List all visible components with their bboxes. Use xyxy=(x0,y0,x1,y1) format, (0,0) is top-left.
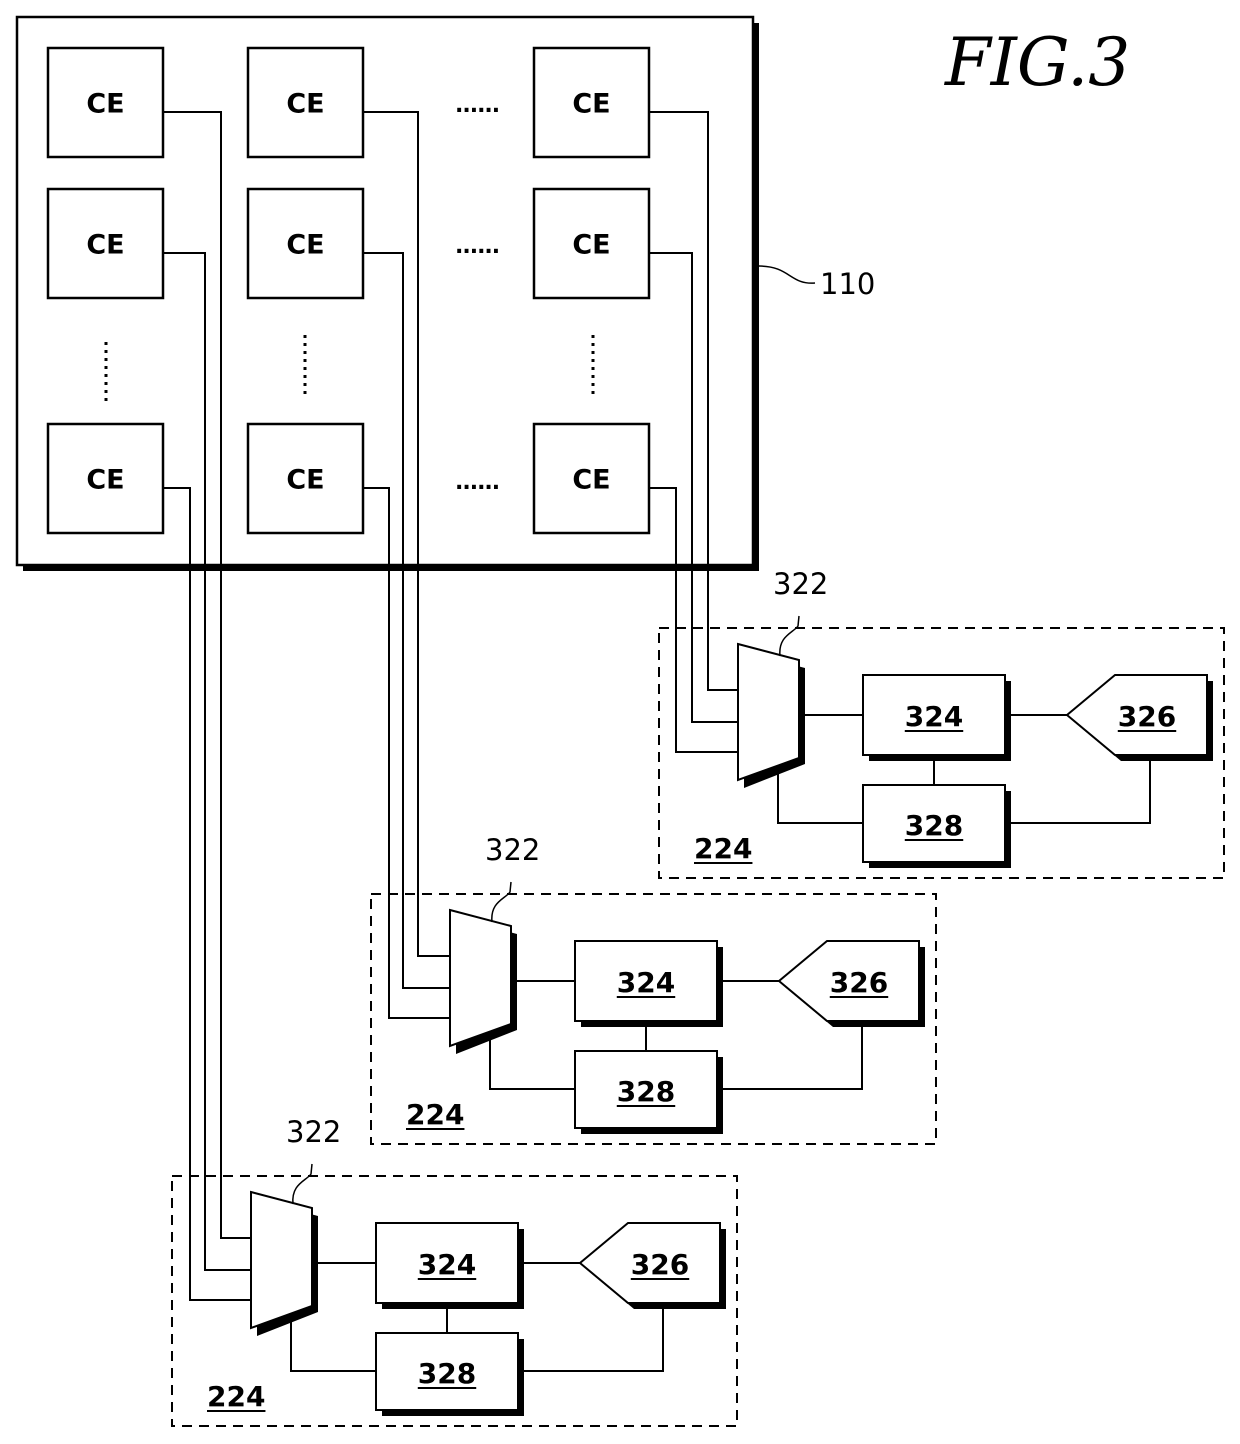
leader-110 xyxy=(758,265,816,284)
ce-label: CE xyxy=(86,89,124,120)
module-ref-label: 224 xyxy=(406,1098,464,1131)
ce-box: CE xyxy=(246,46,365,159)
mux-322 xyxy=(737,642,800,782)
ce-box: CE xyxy=(46,187,165,300)
h-ellipsis-row-3: ...... xyxy=(455,470,499,495)
ce-label: CE xyxy=(572,465,610,496)
module-224: 322 324 328 326 224 xyxy=(658,567,1225,879)
ce-label: CE xyxy=(572,89,610,120)
ce-box: CE xyxy=(532,422,651,535)
ce-label: CE xyxy=(286,89,324,120)
module-224: 322 324 328 326 224 xyxy=(171,1115,738,1427)
module-connection xyxy=(290,1321,376,1372)
leader-322 xyxy=(779,615,800,657)
figure-title: FIG.3 xyxy=(944,24,1130,101)
block-324-label: 324 xyxy=(418,1248,476,1281)
module-connection xyxy=(489,1039,575,1090)
ce-box: CE xyxy=(532,187,651,300)
module-connection xyxy=(1011,761,1151,824)
module-224: 322 324 328 326 224 xyxy=(370,833,937,1145)
array-ref-label: 110 xyxy=(820,267,875,301)
ce-box: CE xyxy=(46,46,165,159)
block-326-label: 326 xyxy=(830,966,888,999)
ce-label: CE xyxy=(572,230,610,261)
block-328-label: 328 xyxy=(617,1075,675,1108)
h-ellipsis-row-1: ...... xyxy=(455,93,499,118)
mux-ref-label: 322 xyxy=(773,567,828,601)
block-326-label: 326 xyxy=(1118,700,1176,733)
block-324-label: 324 xyxy=(617,966,675,999)
leader-322 xyxy=(491,881,512,923)
ce-grid: CE CE CE CE CE CE CE CE CE xyxy=(46,46,651,535)
block-328-label: 328 xyxy=(418,1357,476,1390)
mux-322 xyxy=(250,1190,313,1330)
ce-box: CE xyxy=(246,187,365,300)
h-ellipsis-row-2: ...... xyxy=(455,234,499,259)
module-ref-label: 224 xyxy=(694,832,752,865)
mux-322 xyxy=(449,908,512,1048)
ce-label: CE xyxy=(286,465,324,496)
module-connection xyxy=(723,1027,863,1090)
block-324-label: 324 xyxy=(905,700,963,733)
block-328-label: 328 xyxy=(905,809,963,842)
ce-label: CE xyxy=(86,465,124,496)
ce-label: CE xyxy=(286,230,324,261)
ce-box: CE xyxy=(46,422,165,535)
ce-wire xyxy=(163,487,251,1301)
leader-322 xyxy=(292,1163,313,1205)
modules: 3223243283262243223243283262243223243283… xyxy=(171,567,1225,1427)
module-ref-label: 224 xyxy=(207,1380,265,1413)
ce-box: CE xyxy=(532,46,651,159)
module-connection xyxy=(524,1309,664,1372)
mux-ref-label: 322 xyxy=(286,1115,341,1149)
diagram-canvas: FIG.3 110 CE CE CE CE CE CE CE CE CE ...... ....… xyxy=(15,15,1225,1427)
ce-box: CE xyxy=(246,422,365,535)
module-connection xyxy=(777,773,863,824)
mux-ref-label: 322 xyxy=(485,833,540,867)
ce-label: CE xyxy=(86,230,124,261)
block-326-label: 326 xyxy=(631,1248,689,1281)
